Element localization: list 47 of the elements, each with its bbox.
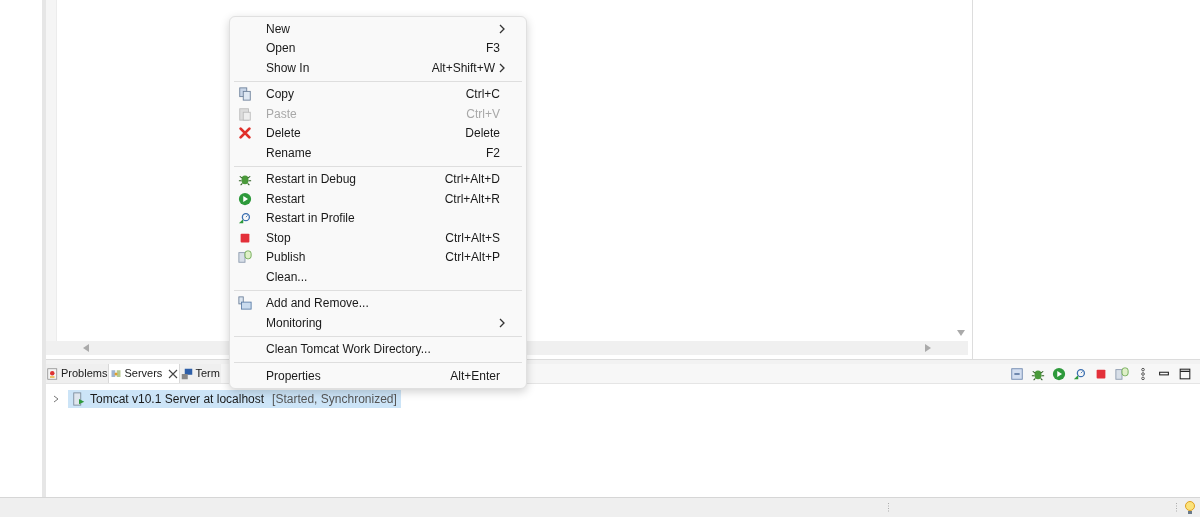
menu-item[interactable]: Open F3 [234,38,522,58]
menu-item[interactable]: Restart in Profile [234,208,522,228]
menu-item[interactable]: Monitoring [234,313,522,333]
menu-item[interactable]: Add and Remove... [234,293,522,313]
menu-item[interactable]: New [234,19,522,39]
view-tab[interactable]: Servers [108,364,181,383]
tree-item[interactable]: Tomcat v10.1 Server at localhost [Started, Synchronized] [68,390,401,408]
menu-item[interactable]: Show In Alt+Shift+W [234,58,522,78]
grip-icon [1175,501,1178,514]
play-icon [238,191,252,206]
menu-item[interactable]: Clean Tomcat Work Directory... [234,339,522,359]
maximize-icon [1178,366,1192,381]
collapse-icon [1010,366,1024,381]
run-button[interactable] [1052,366,1066,381]
menu-item[interactable]: Copy Ctrl+C [234,84,522,104]
grip-icon [887,501,890,514]
terminal-icon [181,367,194,380]
copy-icon [238,87,252,102]
delete-icon [238,126,252,141]
profile-button[interactable] [1073,366,1087,381]
view-tab[interactable]: Problems [46,364,109,383]
menu-item[interactable]: Restart in Debug Ctrl+Alt+D [234,169,522,189]
menu-item[interactable]: Delete Delete [234,123,522,143]
servers-icon [110,367,123,380]
problems-icon [47,367,59,380]
menu-item[interactable]: Restart Ctrl+Alt+R [234,189,522,209]
menu-item[interactable]: Rename F2 [234,143,522,163]
menu-item[interactable]: Stop Ctrl+Alt+S [234,228,522,248]
profile-icon [1073,366,1087,381]
maximize-button[interactable] [1178,366,1192,381]
menu-item[interactable]: Properties Alt+Enter [234,366,522,386]
publish-button[interactable] [1115,366,1129,381]
scroll-down-icon[interactable] [957,329,965,337]
publish-icon [238,250,252,265]
close-icon[interactable] [168,368,179,379]
clipboard-icon [238,106,252,121]
menu-item[interactable]: Clean... [234,267,522,287]
scroll-right-icon[interactable] [924,344,932,352]
menu-item[interactable]: Publish Ctrl+Alt+P [234,247,522,267]
server-folder-icon [238,296,252,311]
view-tab[interactable]: Term [180,364,221,383]
lightbulb-icon[interactable] [1184,499,1196,516]
scroll-left-icon[interactable] [82,344,90,352]
server-icon [72,392,86,406]
publish-icon [1115,366,1129,381]
profile-icon [238,211,252,226]
collapse-button[interactable] [1010,366,1024,381]
